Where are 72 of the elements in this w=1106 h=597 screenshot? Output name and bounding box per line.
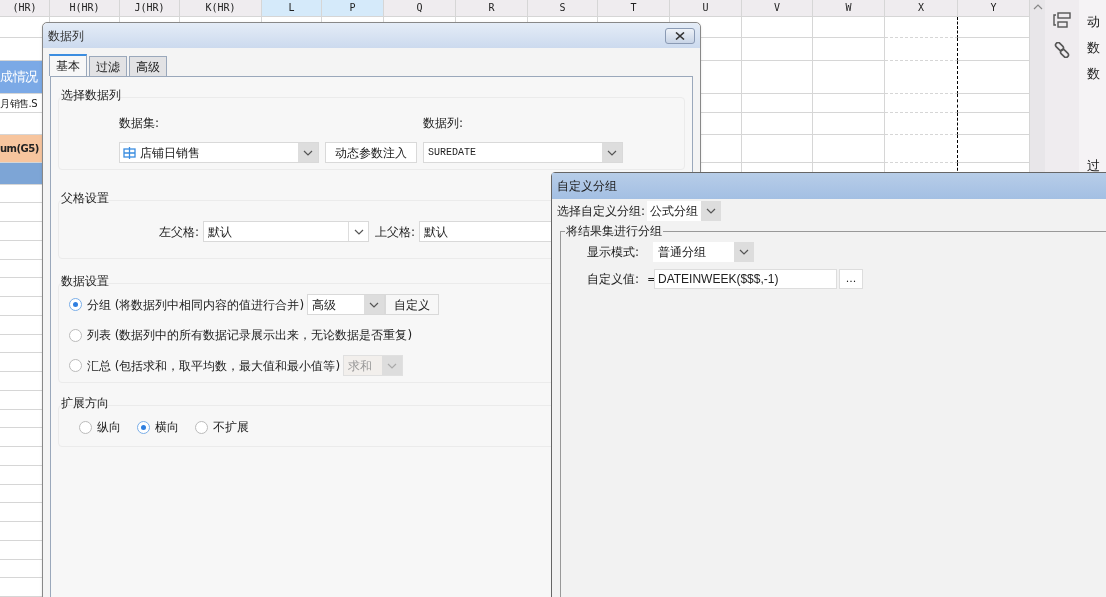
panel-label: 数 <box>1087 66 1100 82</box>
grid-cell <box>813 38 885 62</box>
radio-option[interactable]: 分组 (将数据列中相同内容的值进行合并) <box>69 295 305 314</box>
column-header[interactable]: R <box>456 0 528 17</box>
panel-label: 动 <box>1087 14 1100 30</box>
group-title: 将结果集进行分组 <box>565 223 663 239</box>
table-icon <box>123 146 136 159</box>
radio-indicator[interactable] <box>79 420 92 434</box>
formula-field[interactable]: DATEINWEEK($$$,-1) <box>654 269 837 289</box>
section-title: 父格设置 <box>61 190 109 206</box>
column-header[interactable]: P <box>322 0 384 17</box>
column-header[interactable]: Q <box>384 0 456 17</box>
tab[interactable]: 基本 <box>49 54 87 76</box>
custom-button[interactable]: 自定义 <box>385 294 440 315</box>
column-header[interactable]: J(HR) <box>120 0 180 17</box>
field-label: 数据集: <box>119 115 161 132</box>
radio-option[interactable]: 汇总 (包括求和，取平均数，最大值和最小值等) <box>69 356 341 375</box>
inject-button[interactable]: 动态参数注入 <box>325 142 417 163</box>
dataset-select[interactable]: 店铺日销售 <box>119 142 319 163</box>
tab[interactable]: 过滤 <box>89 56 127 76</box>
grid-cell <box>813 93 885 114</box>
window-title: 数据列 <box>48 27 84 45</box>
column-header[interactable]: W <box>813 0 885 17</box>
column-header[interactable]: (HR) <box>0 0 50 17</box>
column-select[interactable]: SUREDATE <box>423 142 623 163</box>
field-label: 显示模式: <box>587 244 641 261</box>
field-label: 自定义值: <box>587 271 641 288</box>
section-title: 选择数据列 <box>61 87 121 103</box>
column-header[interactable]: T <box>598 0 670 17</box>
radio-indicator[interactable] <box>137 420 150 434</box>
panel-label: 数 <box>1087 40 1100 56</box>
radio-option[interactable]: 横向 <box>137 418 179 436</box>
close-icon <box>675 31 685 40</box>
grid-cell <box>742 16 813 39</box>
section-title: 数据设置 <box>61 273 109 289</box>
panel-label: 过 <box>1087 158 1100 174</box>
field-label: 左父格: <box>159 223 200 241</box>
field-label: 选择自定义分组: <box>557 203 646 220</box>
grid-cell <box>813 16 885 39</box>
display-mode-select[interactable]: 普通分组 <box>653 242 754 262</box>
grid-cell <box>742 38 813 62</box>
column-header[interactable]: V <box>742 0 813 17</box>
more-button[interactable]: ... <box>839 269 863 289</box>
left-parent-select[interactable]: 默认 <box>203 221 370 242</box>
grid-cell <box>813 113 885 136</box>
radio-indicator[interactable] <box>69 328 82 342</box>
column-header[interactable]: H(HR) <box>50 0 120 17</box>
window-title: 自定义分组 <box>557 178 617 195</box>
mode-select[interactable]: 高级 <box>307 294 386 315</box>
radio-option[interactable]: 纵向 <box>79 418 121 436</box>
section-title: 扩展方向 <box>61 395 109 411</box>
radio-indicator[interactable] <box>69 298 82 311</box>
layout-icon[interactable] <box>1053 12 1071 28</box>
grid-cell <box>742 93 813 114</box>
grid-cell <box>742 61 813 94</box>
field-label: 数据列: <box>423 115 465 132</box>
tab[interactable]: 高级 <box>129 56 167 76</box>
radio-indicator[interactable] <box>195 420 208 434</box>
close-button[interactable] <box>665 27 695 44</box>
grid-cell <box>813 61 885 94</box>
column-header[interactable]: X <box>885 0 958 17</box>
column-header[interactable]: U <box>670 0 742 17</box>
column-header[interactable]: S <box>528 0 598 17</box>
field-label: 上父格: <box>375 223 416 241</box>
group-type-select[interactable]: 公式分组 <box>647 201 722 221</box>
radio-option[interactable]: 不扩展 <box>195 418 249 436</box>
radio-indicator[interactable] <box>69 359 82 372</box>
radio-option[interactable]: 列表 (数据列中的所有数据记录展示出来，无论数据是否重复) <box>69 326 413 344</box>
link-icon[interactable] <box>1054 42 1070 58</box>
scroll-up-icon[interactable] <box>1032 4 1043 10</box>
grid-cell <box>742 113 813 136</box>
column-header[interactable]: L <box>262 0 322 17</box>
